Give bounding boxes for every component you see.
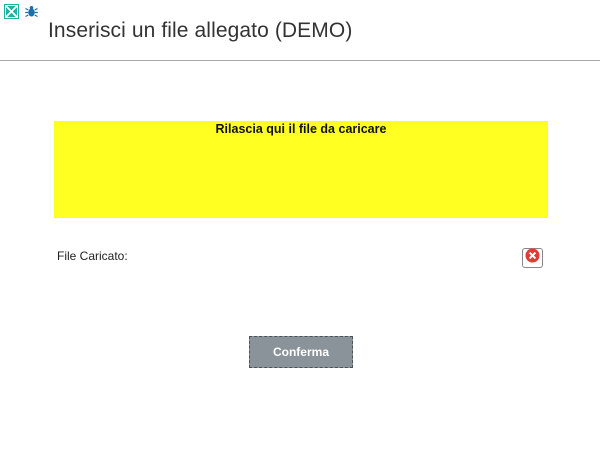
dialog-header: Inserisci un file allegato (DEMO) [0, 0, 600, 61]
file-drop-zone[interactable]: Rilascia qui il file da caricare [54, 121, 548, 218]
dialog-title: Inserisci un file allegato (DEMO) [48, 19, 353, 42]
uploaded-file-label: File Caricato: [57, 249, 128, 263]
remove-file-button[interactable] [522, 248, 543, 268]
header-icons [4, 4, 39, 19]
close-box-icon[interactable] [4, 4, 19, 19]
remove-x-icon [525, 248, 540, 268]
drop-zone-label: Rilascia qui il file da caricare [215, 122, 387, 136]
confirm-button[interactable]: Conferma [249, 336, 353, 368]
bug-icon[interactable] [24, 4, 39, 19]
